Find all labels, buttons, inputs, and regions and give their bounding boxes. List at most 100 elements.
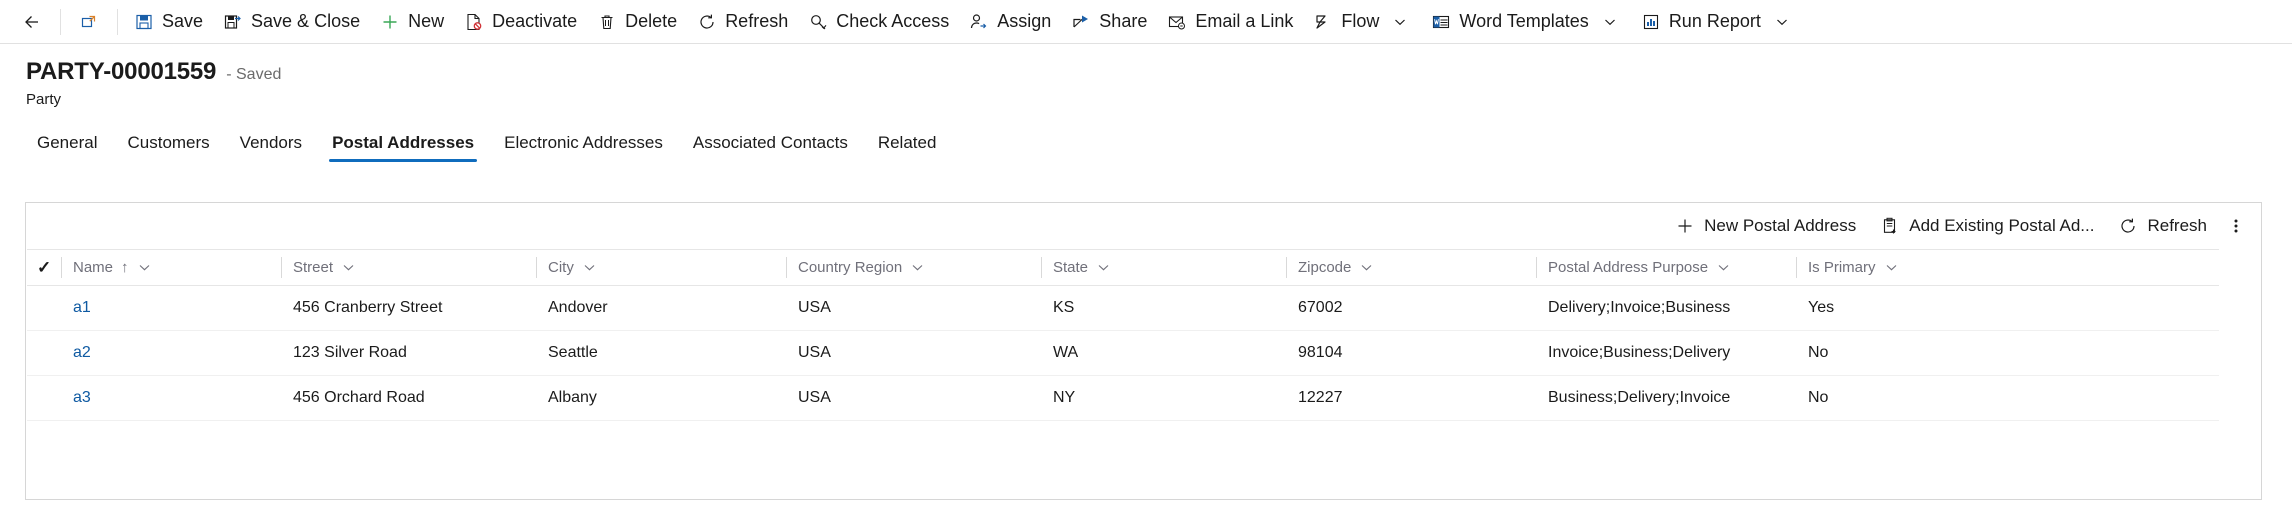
add-existing-postal-address-button[interactable]: Add Existing Postal Ad... [1868,207,2106,245]
row-link[interactable]: a1 [73,299,91,316]
save-status-text: - Saved [226,66,282,83]
title-line: PARTY-00001559 - Saved [26,58,2292,86]
share-button[interactable]: Share [1061,0,1157,44]
refresh-label: Refresh [725,11,789,31]
postal-addresses-subgrid-panel: New Postal Address Add Existing Postal A… [25,202,2262,500]
column-header-street[interactable]: Street [281,249,536,286]
deactivate-button[interactable]: Deactivate [454,0,587,44]
table-header-row: ✓ Name ↑ Street City Country Region Stat… [27,249,2219,286]
chevron-down-icon[interactable] [342,261,355,274]
save-button[interactable]: Save [124,0,213,44]
email-a-link-button[interactable]: Email a Link [1157,0,1303,44]
cell-street: 123 Silver Road [281,330,536,376]
tab-general[interactable]: General [22,133,112,162]
cell-name[interactable]: a3 [61,375,281,421]
tab-label: Related [877,133,937,152]
chevron-down-icon[interactable] [1717,261,1730,274]
check-icon[interactable]: ✓ [37,258,51,278]
save-and-close-button[interactable]: Save & Close [213,0,370,44]
chevron-down-icon[interactable] [1097,261,1110,274]
cell-name[interactable]: a1 [61,285,281,331]
check-access-button[interactable]: Check Access [798,0,959,44]
back-button[interactable] [10,0,54,44]
new-button[interactable]: New [370,0,454,44]
tab-associated-contacts[interactable]: Associated Contacts [678,133,863,162]
row-link[interactable]: a3 [73,389,91,406]
chevron-down-icon[interactable] [138,261,151,274]
delete-button[interactable]: Delete [587,0,687,44]
subgrid-refresh-button[interactable]: Refresh [2106,207,2219,245]
tab-label: General [37,133,98,152]
tab-label: Vendors [239,133,303,152]
flow-button[interactable]: Flow [1303,0,1421,44]
word-templates-label: Word Templates [1459,11,1589,31]
cell-is-primary: Yes [1796,285,2219,331]
tab-label: Associated Contacts [692,133,848,152]
delete-label: Delete [625,11,678,31]
column-header-zipcode[interactable]: Zipcode [1286,249,1536,286]
popout-button[interactable] [67,0,111,44]
assign-icon [969,12,989,32]
row-select-cell[interactable] [27,285,61,331]
cell-zipcode: 98104 [1286,330,1536,376]
row-select-cell[interactable] [27,330,61,376]
cell-postal-address-purpose: Invoice;Business;Delivery [1536,330,1796,376]
tab-electronic-addresses[interactable]: Electronic Addresses [489,133,678,162]
flow-icon [1313,12,1333,32]
subgrid-refresh-label: Refresh [2147,216,2207,235]
save-icon [134,12,154,32]
tab-vendors[interactable]: Vendors [225,133,317,162]
deactivate-label: Deactivate [492,11,578,31]
row-select-cell[interactable] [27,375,61,421]
cell-country-region: USA [786,375,1041,421]
refresh-icon [697,12,717,32]
form-tab-strip: General Customers Vendors Postal Address… [0,124,2292,162]
more-commands-button[interactable] [2219,207,2253,245]
column-header-label: City [548,259,574,276]
column-header-postal-address-purpose[interactable]: Postal Address Purpose [1536,249,1796,286]
column-header-is-primary[interactable]: Is Primary [1796,249,2219,286]
table-row[interactable]: a2 123 Silver Road Seattle USA WA 98104 … [27,330,2219,376]
word-templates-icon [1431,12,1451,32]
row-link[interactable]: a2 [73,344,91,361]
share-label: Share [1099,11,1148,31]
cell-postal-address-purpose: Business;Delivery;Invoice [1536,375,1796,421]
check-access-label: Check Access [836,11,950,31]
chevron-down-icon[interactable] [1360,261,1373,274]
check-access-icon [808,12,828,32]
column-header-name[interactable]: Name ↑ [61,249,281,286]
add-existing-postal-address-label: Add Existing Postal Ad... [1909,216,2095,235]
tab-related[interactable]: Related [863,133,952,162]
cell-street: 456 Orchard Road [281,375,536,421]
column-header-state[interactable]: State [1041,249,1286,286]
run-report-icon [1641,12,1661,32]
run-report-button[interactable]: Run Report [1631,0,1803,44]
assign-button[interactable]: Assign [959,0,1061,44]
cell-name[interactable]: a2 [61,330,281,376]
tab-postal-addresses[interactable]: Postal Addresses [317,133,489,162]
chevron-down-icon[interactable] [1885,261,1898,274]
new-postal-address-button[interactable]: New Postal Address [1663,207,1868,245]
column-header-country-region[interactable]: Country Region [786,249,1041,286]
tab-customers[interactable]: Customers [112,133,224,162]
column-header-label: Postal Address Purpose [1548,259,1709,276]
chevron-down-icon[interactable] [583,261,596,274]
table-row[interactable]: a3 456 Orchard Road Albany USA NY 12227 … [27,375,2219,421]
select-all-header[interactable]: ✓ [27,249,61,286]
add-existing-icon [1880,216,1900,236]
table-row[interactable]: a1 456 Cranberry Street Andover USA KS 6… [27,285,2219,331]
tab-label: Customers [127,133,210,152]
record-header: PARTY-00001559 - Saved Party [0,44,2292,108]
refresh-button[interactable]: Refresh [687,0,798,44]
chevron-down-icon[interactable] [911,261,924,274]
tab-label: Electronic Addresses [504,133,663,152]
cell-postal-address-purpose: Delivery;Invoice;Business [1536,285,1796,331]
trash-icon [597,12,617,32]
chevron-down-icon[interactable] [1599,12,1621,32]
sort-ascending-icon: ↑ [121,259,129,276]
column-header-label: Is Primary [1808,259,1876,276]
column-header-city[interactable]: City [536,249,786,286]
chevron-down-icon[interactable] [1389,12,1411,32]
word-templates-button[interactable]: Word Templates [1421,0,1630,44]
chevron-down-icon[interactable] [1771,12,1793,32]
